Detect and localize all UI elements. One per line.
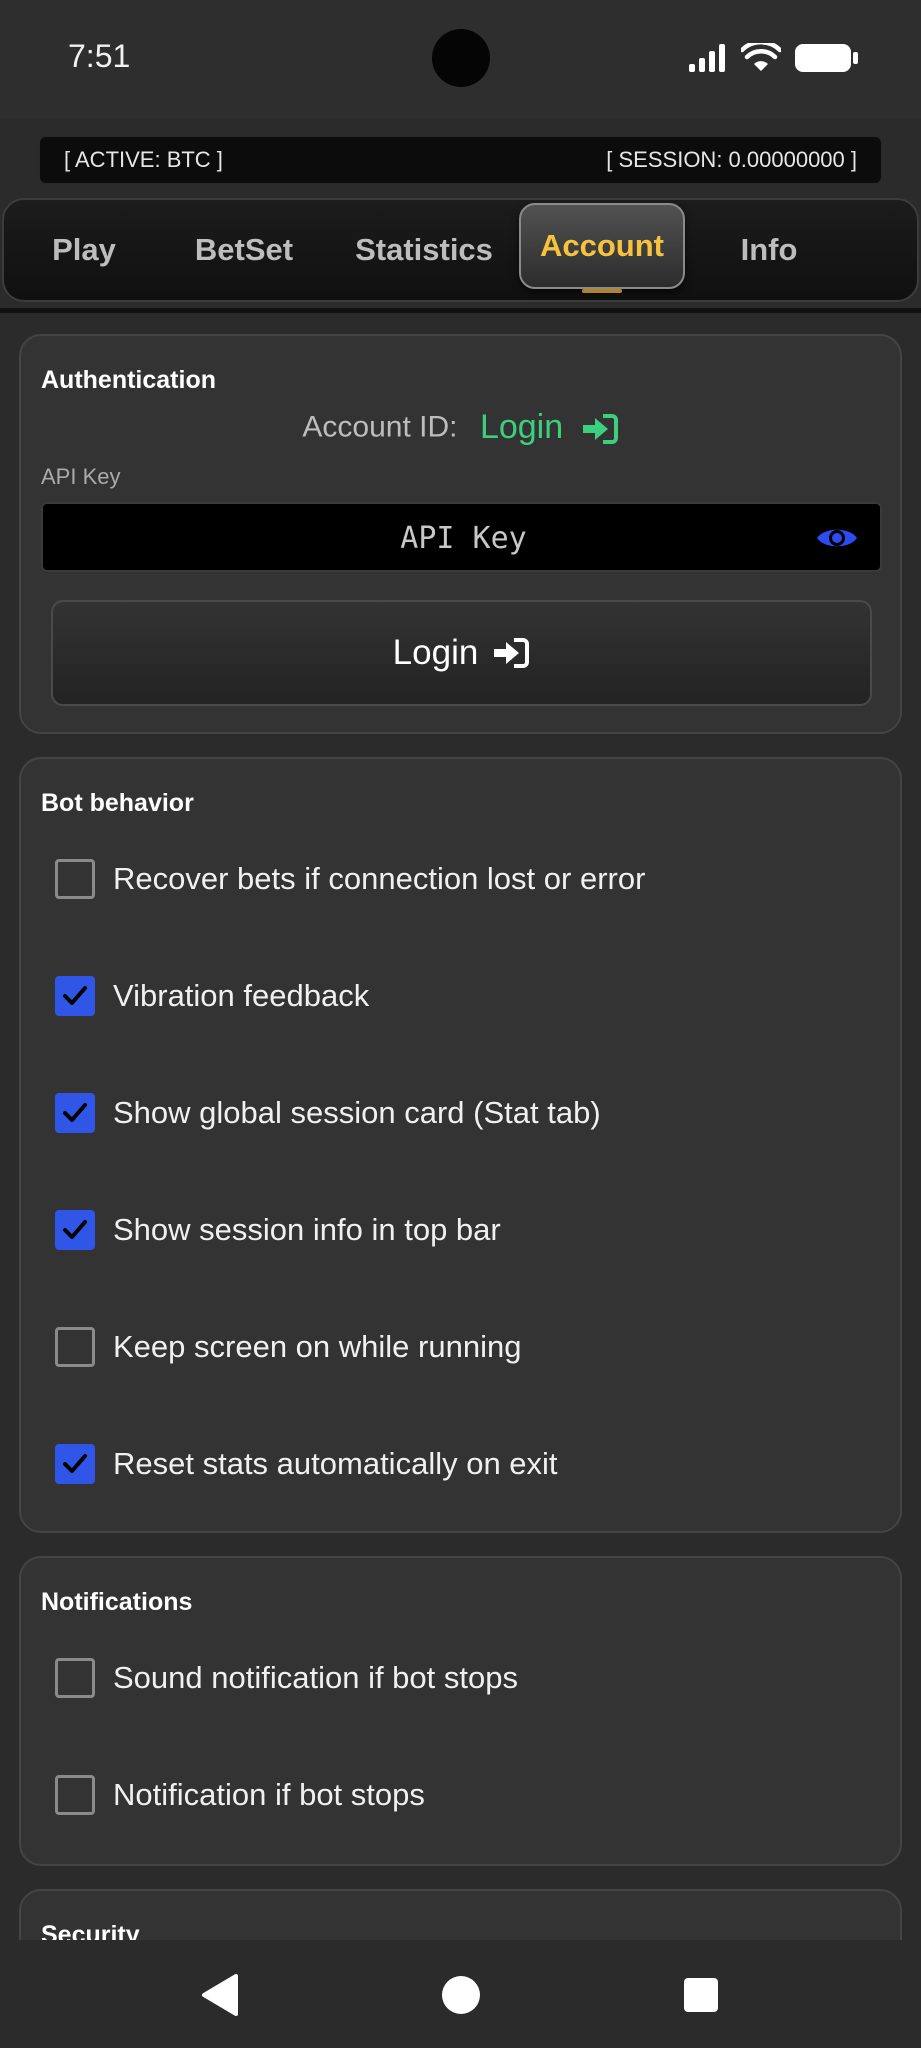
sign-in-icon — [582, 414, 618, 445]
checkbox[interactable] — [55, 976, 95, 1016]
checkbox[interactable] — [55, 1327, 95, 1367]
tab-divider — [0, 308, 921, 313]
checkmark-icon — [63, 986, 87, 1005]
api-key-field-wrapper — [41, 502, 884, 572]
status-icons — [689, 40, 859, 76]
account-id-row: Account ID: Login — [21, 408, 900, 447]
session-balance-label: [ SESSION: 0.00000000 ] — [606, 147, 857, 172]
checkbox-label: Sound notification if bot stops — [113, 1660, 518, 1695]
checkbox-label: Show session info in top bar — [113, 1212, 501, 1247]
wifi-icon — [741, 43, 781, 71]
checkbox-label: Reset stats automatically on exit — [113, 1446, 558, 1481]
account-id-label: Account ID: — [302, 410, 458, 444]
account-id-value: Login — [479, 408, 564, 446]
checkbox-row[interactable]: Vibration feedback — [55, 974, 369, 1018]
notifications-card: Notifications Sound notification if bot … — [19, 1556, 902, 1866]
login-button-label: Login — [392, 633, 479, 672]
account-id-login-link[interactable]: Login — [480, 408, 619, 446]
tab-play[interactable]: Play — [24, 200, 144, 300]
checkbox-row[interactable]: Show session info in top bar — [55, 1208, 501, 1252]
tab-info[interactable]: Info — [709, 200, 829, 300]
checkbox[interactable] — [55, 859, 95, 899]
checkmark-icon — [63, 1220, 87, 1239]
system-navigation-bar — [0, 1940, 921, 2048]
checkbox-label: Recover bets if connection lost or error — [113, 861, 646, 896]
checkbox-row[interactable]: Keep screen on while running — [55, 1325, 521, 1369]
camera-cutout — [432, 29, 490, 87]
login-button[interactable]: Login — [51, 600, 872, 706]
api-key-label: API Key — [41, 464, 121, 489]
tab-bar: Play BetSet Statistics Account Info — [2, 198, 919, 302]
checkbox-row[interactable]: Show global session card (Stat tab) — [55, 1091, 601, 1135]
recents-icon[interactable] — [676, 1970, 726, 2020]
sign-in-icon — [494, 638, 530, 668]
session-info-bar: [ ACTIVE: BTC ] [ SESSION: 0.00000000 ] — [38, 135, 883, 185]
home-icon[interactable] — [436, 1970, 486, 2020]
checkbox[interactable] — [55, 1775, 95, 1815]
active-coin-label: [ ACTIVE: BTC ] — [64, 147, 223, 172]
show-password-eye-icon[interactable] — [816, 524, 858, 552]
api-key-input[interactable] — [43, 504, 884, 572]
authentication-title: Authentication — [41, 366, 216, 394]
checkbox[interactable] — [55, 1658, 95, 1698]
checkmark-icon — [63, 1454, 87, 1473]
authentication-card: Authentication Account ID: Login API Key… — [19, 334, 902, 734]
status-time: 7:51 — [68, 38, 131, 74]
bot-behavior-title: Bot behavior — [41, 789, 194, 817]
checkbox-row[interactable]: Recover bets if connection lost or error — [55, 857, 645, 901]
checkbox[interactable] — [55, 1093, 95, 1133]
back-icon[interactable] — [196, 1970, 246, 2020]
battery-icon — [795, 44, 858, 72]
bot-behavior-card: Bot behavior Recover bets if connection … — [19, 757, 902, 1533]
checkmark-icon — [63, 1103, 87, 1122]
checkbox-row[interactable]: Notification if bot stops — [55, 1773, 425, 1817]
checkbox-label: Show global session card (Stat tab) — [113, 1095, 601, 1130]
notifications-title: Notifications — [41, 1588, 193, 1616]
checkbox-row[interactable]: Reset stats automatically on exit — [55, 1442, 558, 1486]
checkbox[interactable] — [55, 1444, 95, 1484]
checkbox-label: Vibration feedback — [113, 978, 370, 1013]
checkbox-label: Keep screen on while running — [113, 1329, 522, 1364]
checkbox[interactable] — [55, 1210, 95, 1250]
checkbox-row[interactable]: Sound notification if bot stops — [55, 1656, 518, 1700]
tab-statistics[interactable]: Statistics — [334, 200, 514, 300]
tab-account[interactable]: Account — [519, 203, 685, 293]
tab-betset[interactable]: BetSet — [174, 200, 314, 300]
signal-icon — [689, 44, 725, 72]
checkbox-label: Notification if bot stops — [113, 1777, 425, 1812]
status-bar: 7:51 — [0, 0, 921, 118]
